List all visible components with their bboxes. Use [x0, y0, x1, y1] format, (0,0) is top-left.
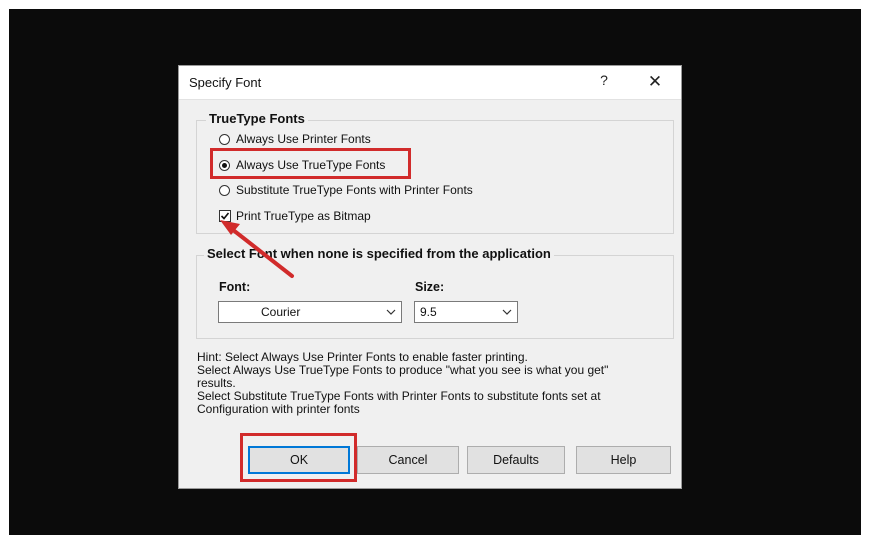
annotation-arrow-icon — [220, 220, 294, 278]
